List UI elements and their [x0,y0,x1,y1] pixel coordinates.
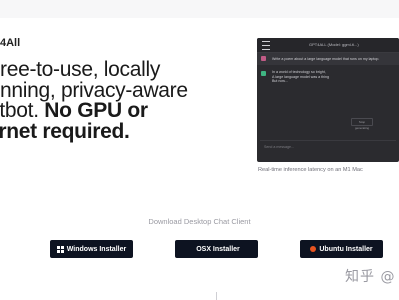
chat-message-input[interactable]: Send a message... [260,140,396,153]
hero-line-4-bold: ernet required. [0,119,130,143]
windows-installer-button[interactable]: Windows Installer [50,240,133,258]
chat-prompt-text: Write a poem about a large language mode… [272,57,380,61]
user-avatar-icon [261,56,266,61]
chat-response-line-3: But now... [272,79,288,84]
section-divider [216,292,217,300]
chat-response-line-1: In a world of technology so bright, [272,70,326,74]
windows-installer-label: Windows Installer [66,245,127,253]
hero-line-2: nning, privacy-aware [0,78,188,102]
zhihu-watermark: 知乎 @ [345,269,396,285]
chat-demo-window: GPT4ALL (Model: ggml-ti...) Write a poem… [257,38,399,162]
windows-icon [56,245,64,253]
download-section-title: Download Desktop Chat Client [148,217,251,226]
bot-avatar-icon [261,71,266,76]
hero-headline: ree-to-use, locally nning, privacy-aware… [0,58,240,143]
ubuntu-installer-label: Ubuntu Installer [319,245,373,253]
chat-demo-titlebar: GPT4ALL (Model: ggml-ti...) [257,38,399,53]
ubuntu-icon [310,246,317,252]
top-bar [0,0,399,18]
osx-installer-button[interactable]: OSX Installer [175,240,258,258]
demo-caption: Real-time inference latency on an M1 Mac [258,167,363,173]
brand-logo-text[interactable]: 4All [0,37,20,49]
hero-line-4: ernet required. [0,119,240,143]
chat-prompt-message: Write a poem about a large language mode… [257,53,399,65]
osx-installer-label: OSX Installer [196,245,240,253]
stop-generating-button[interactable]: Stop generating [351,118,373,130]
chat-response-text: In a world of technology so bright, A la… [272,70,329,84]
hamburger-menu-icon[interactable] [262,41,270,50]
hero-line-1: ree-to-use, locally [0,58,161,81]
ubuntu-installer-button[interactable]: Ubuntu Installer [300,240,383,258]
chat-demo-title: GPT4ALL (Model: ggml-ti...) [309,42,359,47]
hero-line-3: atbot. No GPU or [0,100,240,122]
